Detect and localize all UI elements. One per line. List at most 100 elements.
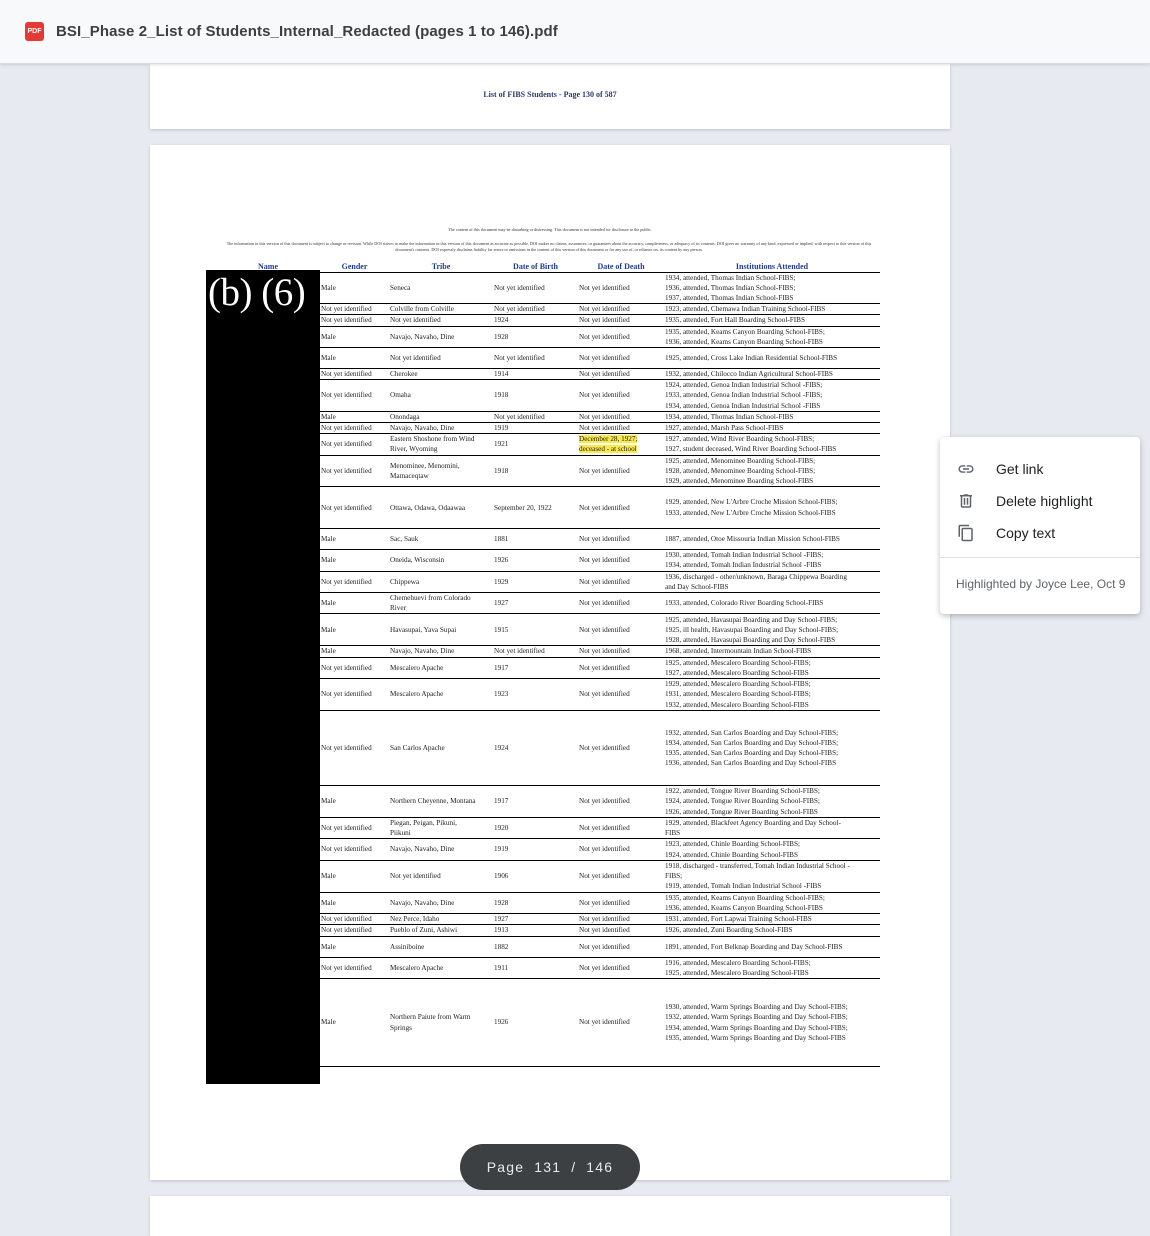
dob-cell: 1914	[493, 368, 578, 381]
dod-cell: Not yet identified	[578, 272, 664, 305]
dob-cell: 1924	[493, 314, 578, 327]
dob-cell: 1881	[493, 528, 578, 551]
gender-cell: Not yet identified	[320, 486, 389, 530]
menu-divider	[940, 557, 1140, 558]
delete-highlight-label: Delete highlight	[996, 493, 1093, 509]
institutions-cell: 1935, attended, Keams Canyon Boarding Sc…	[664, 892, 880, 915]
tribe-cell: Sac, Sauk	[389, 528, 493, 551]
disclaimer-text: The information in this version of this …	[226, 241, 872, 252]
dob-cell: September 20, 1922	[493, 486, 578, 530]
dod-cell: Not yet identified	[578, 817, 664, 840]
institutions-cell: 1935, attended, Fort Hall Boarding Schoo…	[664, 314, 880, 327]
gender-cell: Male	[320, 860, 389, 893]
dod-cell: Not yet identified	[578, 379, 664, 412]
highlight-context-menu: Get link Delete highlight Copy text High…	[940, 437, 1140, 614]
dob-cell: 1927	[493, 592, 578, 615]
institutions-cell: 1925, attended, Mescalero Boarding Schoo…	[664, 657, 880, 679]
dod-cell: Not yet identified	[578, 657, 664, 679]
tribe-cell: Not yet identified	[389, 347, 493, 369]
column-header-tribe: Tribe	[389, 261, 493, 273]
pdf-page-next	[150, 1196, 950, 1236]
gender-cell: Not yet identified	[320, 957, 389, 980]
dod-cell: Not yet identified	[578, 571, 664, 593]
tribe-cell: Ottawa, Odawa, Odaawaa	[389, 486, 493, 530]
dod-cell: December 28, 1927; deceased - at school	[578, 433, 664, 456]
disclaimer-heading: The content of this document may be dist…	[448, 227, 652, 232]
total-pages: 146	[586, 1159, 614, 1175]
delete-highlight-menu-item[interactable]: Delete highlight	[940, 485, 1140, 517]
column-header-institutions: Institutions Attended	[664, 261, 880, 273]
dob-cell: 1919	[493, 838, 578, 861]
page-indicator: Page 131 / 146	[460, 1144, 640, 1190]
trash-icon	[960, 494, 972, 508]
tribe-cell: Navajo, Navaho, Dine	[389, 326, 493, 348]
dob-cell: Not yet identified	[493, 347, 578, 369]
dob-cell: Not yet identified	[493, 645, 578, 658]
institutions-cell: 1929, attended, Blackfeet Agency Boardin…	[664, 817, 880, 840]
gender-cell: Not yet identified	[320, 657, 389, 679]
tribe-cell: Onondaga	[389, 411, 493, 423]
redaction-label: (b) (6)	[208, 271, 306, 314]
dob-cell: 1918	[493, 455, 578, 488]
institutions-cell: 1918, discharged - transferred, Tomah In…	[664, 860, 880, 893]
dob-cell: 1919	[493, 422, 578, 435]
dob-cell: 1921	[493, 433, 578, 456]
dod-cell: Not yet identified	[578, 314, 664, 327]
gender-cell: Male	[320, 528, 389, 551]
institutions-cell: 1930, attended, Tomah Indian Industrial …	[664, 549, 880, 572]
copy-text-menu-item[interactable]: Copy text	[940, 517, 1140, 549]
dod-cell: Not yet identified	[578, 838, 664, 861]
tribe-cell: Piegan, Peigan, Pikuni, Piikuni	[389, 817, 493, 840]
dod-cell: Not yet identified	[578, 592, 664, 615]
gender-cell: Male	[320, 326, 389, 348]
highlighted-text[interactable]: December 28, 1927; deceased - at school	[579, 435, 638, 454]
tribe-cell: Omaha	[389, 379, 493, 412]
tribe-cell: Pueblo of Zuni, Ashiwi	[389, 924, 493, 937]
link-icon	[958, 465, 974, 473]
page-separator: /	[571, 1159, 577, 1175]
column-header-dod: Date of Death	[578, 261, 664, 273]
tribe-cell: Navajo, Navaho, Dine	[389, 892, 493, 915]
tribe-cell: Northern Paiute from Warm Springs	[389, 978, 493, 1068]
dob-cell: Not yet identified	[493, 411, 578, 423]
gender-cell: Not yet identified	[320, 913, 389, 926]
dob-cell: 1918	[493, 379, 578, 412]
institutions-cell: 1924, attended, Genoa Indian Industrial …	[664, 379, 880, 412]
page-label: Page	[486, 1159, 525, 1175]
dob-cell: Not yet identified	[493, 303, 578, 316]
column-header-dob: Date of Birth	[493, 261, 578, 273]
gender-cell: Male	[320, 592, 389, 615]
dod-cell: Not yet identified	[578, 978, 664, 1068]
institutions-cell: 1935, attended, Keams Canyon Boarding Sc…	[664, 326, 880, 348]
tribe-cell: Northern Cheyenne, Montana	[389, 785, 493, 818]
gender-cell: Not yet identified	[320, 455, 389, 488]
tribe-cell: Oneida, Wisconsin	[389, 549, 493, 572]
dod-cell: Not yet identified	[578, 486, 664, 530]
gender-cell: Male	[320, 272, 389, 305]
institutions-cell: 1934, attended, Thomas Indian School-FIB…	[664, 411, 880, 423]
tribe-cell: Assiniboine	[389, 936, 493, 958]
institutions-cell: 1927, attended, Wind River Boarding Scho…	[664, 433, 880, 456]
gender-cell: Not yet identified	[320, 838, 389, 861]
tribe-cell: Not yet identified	[389, 860, 493, 893]
tribe-cell: Mescalero Apache	[389, 678, 493, 711]
gender-cell: Not yet identified	[320, 678, 389, 711]
gender-cell: Not yet identified	[320, 422, 389, 435]
dod-cell: Not yet identified	[578, 710, 664, 786]
institutions-cell: 1931, attended, Fort Lapwai Training Sch…	[664, 913, 880, 926]
dod-cell: Not yet identified	[578, 785, 664, 818]
tribe-cell: Chemehuevi from Colorado River	[389, 592, 493, 615]
institutions-cell: 1927, attended, Marsh Pass School-FIBS	[664, 422, 880, 435]
dob-cell: 1882	[493, 936, 578, 958]
tribe-cell: Chippewa	[389, 571, 493, 593]
dod-cell: Not yet identified	[578, 455, 664, 488]
gender-cell: Male	[320, 411, 389, 423]
tribe-cell: Seneca	[389, 272, 493, 305]
get-link-menu-item[interactable]: Get link	[940, 453, 1140, 485]
dob-cell: 1913	[493, 924, 578, 937]
dod-cell: Not yet identified	[578, 549, 664, 572]
dod-cell: Not yet identified	[578, 411, 664, 423]
redaction-block: (b) (6)	[206, 270, 320, 1084]
dod-cell: Not yet identified	[578, 913, 664, 926]
dob-cell: 1928	[493, 326, 578, 348]
